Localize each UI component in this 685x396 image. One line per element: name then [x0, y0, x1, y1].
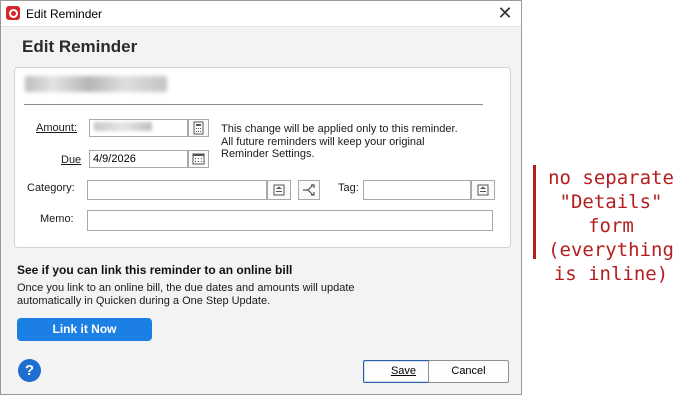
memo-label: Memo:: [40, 213, 74, 225]
category-input[interactable]: [87, 180, 267, 200]
split-icon: [303, 184, 315, 196]
category-list-button[interactable]: [267, 180, 291, 200]
tag-list-button[interactable]: [471, 180, 495, 200]
calculator-button[interactable]: [188, 119, 209, 137]
cancel-button[interactable]: Cancel: [428, 360, 509, 383]
annotation-line: (everything: [548, 239, 674, 261]
split-category-button[interactable]: [298, 180, 320, 200]
payee-name-redacted[interactable]: [25, 76, 167, 92]
link-bill-description: Once you link to an online bill, the due…: [17, 282, 355, 308]
tag-label: Tag:: [338, 182, 359, 194]
edit-reminder-dialog: Edit Reminder ✕ Edit Reminder Amount: Th…: [0, 0, 522, 395]
amount-label: Amount:: [36, 122, 77, 134]
note-line: All future reminders will keep your orig…: [221, 135, 425, 148]
category-label: Category:: [27, 182, 75, 194]
annotation-line: is inline): [553, 263, 669, 285]
calculator-icon: [193, 121, 204, 135]
amount-value-redacted: [94, 122, 152, 131]
title-bar: Edit Reminder ✕: [1, 1, 521, 27]
link-bill-heading: See if you can link this reminder to an …: [17, 263, 293, 277]
annotation-line: no separate: [548, 167, 674, 189]
annotation-note: no separate "Details" form (everything i…: [540, 166, 682, 286]
change-scope-note: This change will be applied only to this…: [221, 123, 458, 161]
note-line: This change will be applied only to this…: [221, 123, 458, 135]
link-it-now-button[interactable]: Link it Now: [17, 318, 152, 341]
tag-input[interactable]: [363, 180, 471, 200]
due-date-input[interactable]: 4/9/2026: [89, 150, 188, 168]
quicken-logo-icon: [6, 6, 20, 20]
annotation-line: form: [588, 215, 634, 237]
list-icon: [477, 184, 489, 196]
list-icon: [273, 184, 285, 196]
payee-underline: [24, 104, 483, 105]
description-line: Once you link to an online bill, the due…: [17, 282, 355, 294]
date-picker-button[interactable]: [188, 150, 209, 168]
page-title: Edit Reminder: [22, 37, 138, 56]
note-line: Reminder Settings.: [221, 148, 315, 160]
annotation-bar: [533, 165, 536, 259]
calendar-icon: [192, 153, 205, 165]
close-icon[interactable]: ✕: [495, 3, 515, 23]
due-label: Due: [61, 154, 82, 166]
help-icon[interactable]: ?: [18, 359, 41, 382]
description-line: automatically in Quicken during a One St…: [17, 295, 271, 307]
memo-input[interactable]: [87, 210, 493, 231]
window-title: Edit Reminder: [26, 7, 103, 21]
annotation-line: "Details": [559, 191, 663, 213]
